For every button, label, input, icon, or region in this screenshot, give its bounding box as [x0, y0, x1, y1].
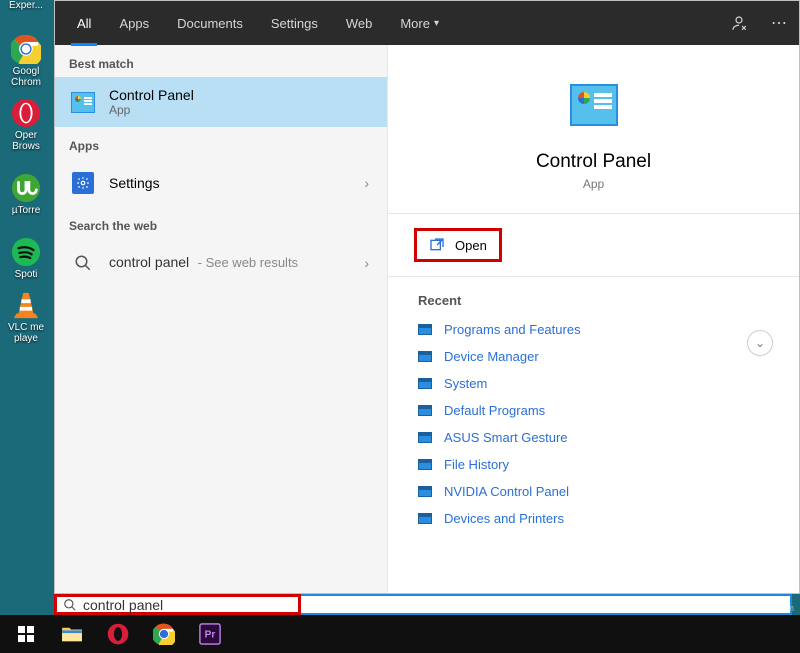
open-icon — [429, 237, 445, 253]
desktop-icon-expert[interactable]: Exper... — [0, 0, 52, 26]
result-settings[interactable]: Settings › — [55, 159, 387, 207]
recent-item[interactable]: Default Programs — [418, 397, 781, 424]
details-pane: Control Panel App Open ⌄ Recent Programs… — [388, 45, 799, 593]
desktop: Exper... Googl Chrom Oper Brows µTorre S… — [0, 0, 54, 615]
chevron-right-icon[interactable]: › — [360, 255, 373, 271]
taskbar-premiere[interactable]: Pr — [188, 615, 232, 653]
search-input[interactable] — [83, 597, 292, 613]
result-control-panel[interactable]: Control Panel App — [55, 77, 387, 127]
recent-label: NVIDIA Control Panel — [444, 484, 569, 499]
applet-icon — [418, 486, 432, 497]
search-icon — [69, 249, 97, 277]
desktop-icon-opera[interactable]: Oper Brows — [0, 90, 52, 154]
more-options-button[interactable]: ⋯ — [759, 1, 799, 45]
taskbar-opera[interactable] — [96, 615, 140, 653]
result-web-search[interactable]: control panel - See web results › — [55, 239, 387, 287]
expand-button[interactable]: ⌄ — [747, 330, 773, 356]
recent-label: Devices and Printers — [444, 511, 564, 526]
premiere-icon: Pr — [199, 623, 221, 645]
recent-item[interactable]: NVIDIA Control Panel — [418, 478, 781, 505]
tab-all[interactable]: All — [63, 1, 105, 45]
feedback-button[interactable] — [719, 1, 759, 45]
svg-text:Pr: Pr — [205, 630, 216, 641]
gear-icon — [69, 169, 97, 197]
applet-icon — [418, 324, 432, 335]
recent-label: Device Manager — [444, 349, 539, 364]
applet-icon — [418, 513, 432, 524]
search-box-extension[interactable] — [301, 594, 792, 615]
search-tabbar: All Apps Documents Settings Web More ▾ ⋯ — [55, 1, 799, 45]
open-label: Open — [455, 238, 487, 253]
chrome-icon — [9, 32, 43, 66]
recent-label: ASUS Smart Gesture — [444, 430, 568, 445]
applet-icon — [418, 432, 432, 443]
applet-icon — [418, 459, 432, 470]
desktop-icon-utorrent[interactable]: µTorre — [0, 154, 52, 218]
applet-icon — [418, 378, 432, 389]
tab-documents[interactable]: Documents — [163, 1, 257, 45]
details-subtitle: App — [583, 177, 604, 191]
details-title: Control Panel — [536, 151, 651, 173]
recent-item[interactable]: System — [418, 370, 781, 397]
chevron-right-icon[interactable]: › — [360, 175, 373, 191]
results-pane: Best match Control Panel App Apps Settin… — [55, 45, 388, 593]
result-title: Settings — [109, 175, 348, 191]
desktop-icon-label: Spoti — [0, 269, 52, 280]
watermark: w3zh.com — [753, 603, 794, 613]
start-button[interactable] — [4, 615, 48, 653]
recent-item[interactable]: Device Manager — [418, 343, 781, 370]
recent-label: System — [444, 376, 487, 391]
control-panel-icon — [564, 75, 624, 135]
desktop-icon-spotify[interactable]: Spoti — [0, 218, 52, 282]
opera-icon — [9, 96, 43, 130]
vlc-icon — [9, 288, 43, 322]
web-header: Search the web — [55, 207, 387, 239]
desktop-icon-chrome[interactable]: Googl Chrom — [0, 26, 52, 90]
opera-icon — [107, 623, 129, 645]
tab-more[interactable]: More ▾ — [386, 1, 453, 45]
chrome-icon — [153, 623, 175, 645]
taskbar-chrome[interactable] — [142, 615, 186, 653]
chevron-down-icon: ▾ — [434, 18, 439, 29]
tab-web[interactable]: Web — [332, 1, 387, 45]
search-strip — [54, 594, 792, 615]
desktop-icon-label: VLC me playe — [0, 322, 52, 344]
recent-header: Recent — [388, 277, 799, 316]
taskbar-explorer[interactable] — [50, 615, 94, 653]
search-panel: All Apps Documents Settings Web More ▾ ⋯… — [54, 0, 800, 594]
result-subtitle: App — [109, 103, 373, 117]
tab-more-label: More — [400, 16, 430, 31]
open-button[interactable]: Open — [414, 228, 502, 262]
best-match-header: Best match — [55, 45, 387, 77]
tab-settings[interactable]: Settings — [257, 1, 332, 45]
recent-item[interactable]: ASUS Smart Gesture — [418, 424, 781, 451]
recent-label: Programs and Features — [444, 322, 581, 337]
recent-item[interactable]: Programs and Features — [418, 316, 781, 343]
search-box[interactable] — [54, 594, 301, 615]
utorrent-icon — [9, 171, 43, 205]
recent-item[interactable]: File History — [418, 451, 781, 478]
recent-label: File History — [444, 457, 509, 472]
web-hint: - See web results — [198, 255, 298, 270]
tab-apps[interactable]: Apps — [105, 1, 163, 45]
desktop-icon-label: Exper... — [0, 0, 52, 11]
taskbar: Pr — [0, 615, 800, 653]
web-query: control panel — [109, 254, 189, 270]
desktop-icon-vlc[interactable]: VLC me playe — [0, 282, 52, 346]
applet-icon — [418, 405, 432, 416]
desktop-icon-label: Googl Chrom — [0, 66, 52, 88]
recent-label: Default Programs — [444, 403, 545, 418]
applet-icon — [418, 351, 432, 362]
spotify-icon — [9, 235, 43, 269]
desktop-icon-label: µTorre — [0, 205, 52, 216]
windows-icon — [18, 626, 34, 642]
desktop-icon-label: Oper Brows — [0, 130, 52, 152]
control-panel-icon — [69, 88, 97, 116]
result-title: Control Panel — [109, 87, 373, 103]
recent-list: Programs and Features Device Manager Sys… — [388, 316, 799, 532]
search-icon — [63, 598, 77, 612]
apps-header: Apps — [55, 127, 387, 159]
recent-item[interactable]: Devices and Printers — [418, 505, 781, 532]
file-explorer-icon — [61, 625, 83, 643]
